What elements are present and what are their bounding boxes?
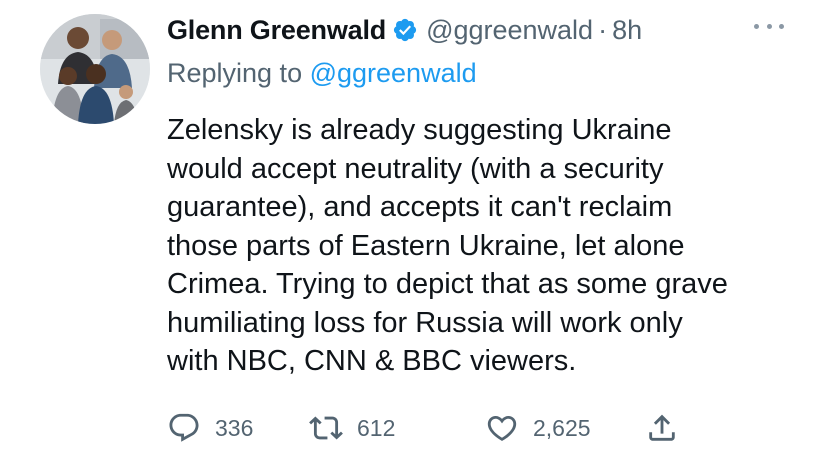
like-count: 2,625: [533, 414, 591, 441]
tweet-text-line: with NBC, CNN & BBC viewers.: [167, 345, 577, 377]
tweet-text-line: those parts of Eastern Ukraine, let alon…: [167, 229, 685, 262]
retweet-icon: [309, 416, 343, 440]
reply-bubble-icon: [169, 413, 199, 442]
like-button[interactable]: 2,625: [485, 408, 591, 448]
separator-dot: ·: [598, 14, 608, 45]
display-name[interactable]: Glenn Greenwald: [167, 15, 386, 46]
tweet-text-line: humiliating loss for Russia will work on…: [167, 306, 683, 339]
replying-to-handle[interactable]: @ggreenwald: [310, 58, 477, 88]
verified-badge-icon: [392, 17, 418, 43]
replying-to: Replying to @ggreenwald: [167, 58, 477, 89]
tweet-timestamp[interactable]: 8h: [612, 15, 642, 46]
tweet-text-line: Crimea. Trying to depict that as some gr…: [167, 268, 728, 300]
more-horizontal-icon[interactable]: [754, 16, 784, 36]
action-bar: 336 612 2,625: [167, 408, 687, 448]
heart-icon: [487, 415, 517, 441]
user-handle[interactable]: @ggreenwald: [426, 15, 593, 46]
tweet-text-line: guarantee), and accepts it can't reclaim: [167, 191, 673, 223]
reply-count: 336: [215, 414, 254, 441]
tweet-text: Zelensky is already suggesting Ukraine w…: [167, 111, 807, 381]
avatar-photo: [40, 14, 150, 124]
retweet-count: 612: [357, 414, 396, 441]
avatar[interactable]: [40, 14, 150, 124]
tweet-text-line: Zelensky is already suggesting Ukraine: [167, 114, 672, 146]
replying-to-label: Replying to: [167, 58, 310, 88]
tweet-text-line: would accept neutrality (with a security: [167, 152, 664, 185]
retweet-button[interactable]: 612: [309, 408, 395, 448]
share-button[interactable]: [645, 408, 679, 448]
tweet-card[interactable]: Glenn Greenwald @ggreenwald · 8h Replyin…: [0, 0, 828, 467]
share-upload-icon: [649, 414, 675, 441]
reply-button[interactable]: 336: [167, 408, 253, 448]
tweet-header: Glenn Greenwald @ggreenwald · 8h: [167, 10, 642, 50]
